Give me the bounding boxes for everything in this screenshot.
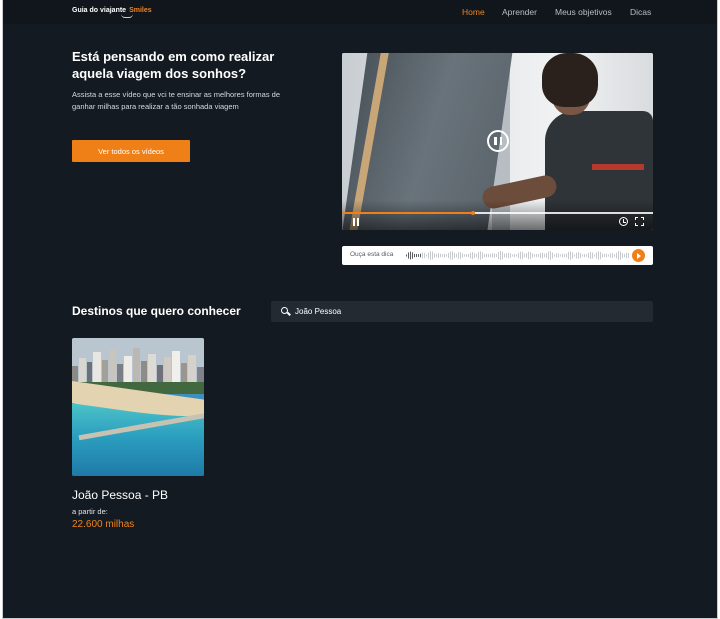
clock-icon[interactable] bbox=[619, 217, 628, 226]
destination-name[interactable]: João Pessoa - PB bbox=[72, 488, 168, 502]
video-progress-handle[interactable] bbox=[470, 211, 475, 215]
video-controls-shade bbox=[342, 200, 653, 230]
fullscreen-icon[interactable] bbox=[635, 217, 644, 226]
pause-icon[interactable] bbox=[353, 218, 361, 226]
brand-logo[interactable]: Guia do viajante Smiles bbox=[72, 7, 152, 18]
search-icon bbox=[281, 307, 288, 314]
nav-link-dicas[interactable]: Dicas bbox=[630, 7, 651, 17]
video-scene-shirt-stripe bbox=[592, 164, 644, 170]
top-nav: Guia do viajante Smiles Home Aprender Meu… bbox=[3, 0, 717, 24]
brand-swoosh-icon bbox=[121, 14, 133, 18]
audio-label: Ouça esta dica bbox=[350, 251, 394, 258]
nav-link-aprender[interactable]: Aprender bbox=[502, 7, 537, 17]
brand-name: Guia do viajante bbox=[72, 7, 127, 14]
see-all-videos-button[interactable]: Ver todos os vídeos bbox=[72, 140, 190, 162]
hero-title: Está pensando em como realizar aquela vi… bbox=[72, 49, 275, 81]
price-from-label: a partir de: bbox=[72, 507, 108, 516]
video-progress-bar[interactable] bbox=[342, 211, 653, 215]
play-icon[interactable] bbox=[632, 249, 645, 262]
pause-icon[interactable] bbox=[487, 130, 509, 152]
nav-link-home[interactable]: Home bbox=[462, 7, 485, 17]
hero-subtitle: Assista a esse vídeo que vci te ensinar … bbox=[72, 90, 281, 111]
destination-card-image[interactable] bbox=[72, 338, 204, 476]
waveform-icon[interactable] bbox=[406, 250, 630, 261]
video-scene-hair bbox=[542, 53, 598, 107]
destination-search bbox=[271, 301, 653, 322]
destination-price: 22.600 milhas bbox=[72, 519, 135, 530]
brand-accent: Smiles bbox=[129, 7, 152, 14]
nav-link-meus-objetivos[interactable]: Meus objetivos bbox=[555, 7, 612, 17]
destinations-title: Destinos que quero conhecer bbox=[72, 304, 241, 318]
audio-player: Ouça esta dica bbox=[342, 246, 653, 265]
page: Guia do viajante Smiles Home Aprender Meu… bbox=[2, 0, 718, 619]
video-progress-fill bbox=[342, 212, 473, 214]
video-player[interactable] bbox=[342, 53, 653, 230]
search-input[interactable] bbox=[295, 304, 645, 319]
